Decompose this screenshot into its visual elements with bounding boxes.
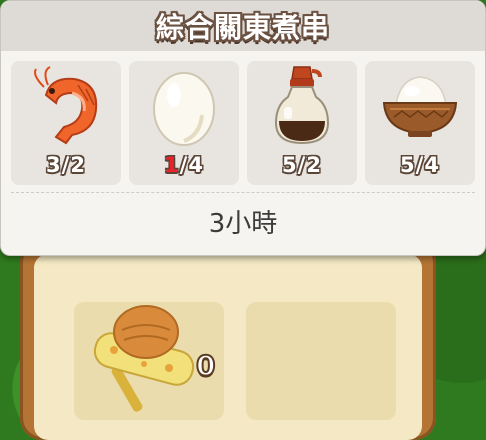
ingredient-card-rice-bowl[interactable]: 5/4 xyxy=(365,61,475,185)
ingredient-qty-egg: 1/4 xyxy=(164,153,204,177)
rice-bowl-icon xyxy=(382,76,458,137)
recipe-title: 綜合關東煮串 xyxy=(155,11,330,44)
oden-count: 0 xyxy=(195,348,217,383)
ingredient-qty-soy-sauce: 5/2 xyxy=(282,153,322,177)
ingredient-card-shrimp[interactable]: 3/2 xyxy=(11,61,121,185)
recipe-popup: 綜合關東煮串 3/2 1/4 5/2 5/4 3小時 xyxy=(0,0,486,256)
production-time: 3小時 xyxy=(208,209,278,239)
shrimp-icon xyxy=(34,66,98,145)
ingredient-qty-shrimp: 3/2 xyxy=(46,153,86,177)
production-slot-empty[interactable] xyxy=(246,302,396,420)
production-board-inner: 0 xyxy=(34,254,422,440)
soy-sauce-icon xyxy=(274,66,330,145)
popup-divider xyxy=(11,192,475,193)
egg-icon xyxy=(153,72,215,146)
ingredient-card-egg[interactable]: 1/4 xyxy=(129,61,239,185)
production-board: 0 xyxy=(20,240,436,440)
popup-title-bar: 綜合關東煮串 xyxy=(1,1,485,51)
ingredient-list: 3/2 1/4 5/2 5/4 xyxy=(11,61,477,185)
ingredient-card-soy-sauce[interactable]: 5/2 xyxy=(247,61,357,185)
ingredient-qty-rice-bowl: 5/4 xyxy=(400,153,440,177)
